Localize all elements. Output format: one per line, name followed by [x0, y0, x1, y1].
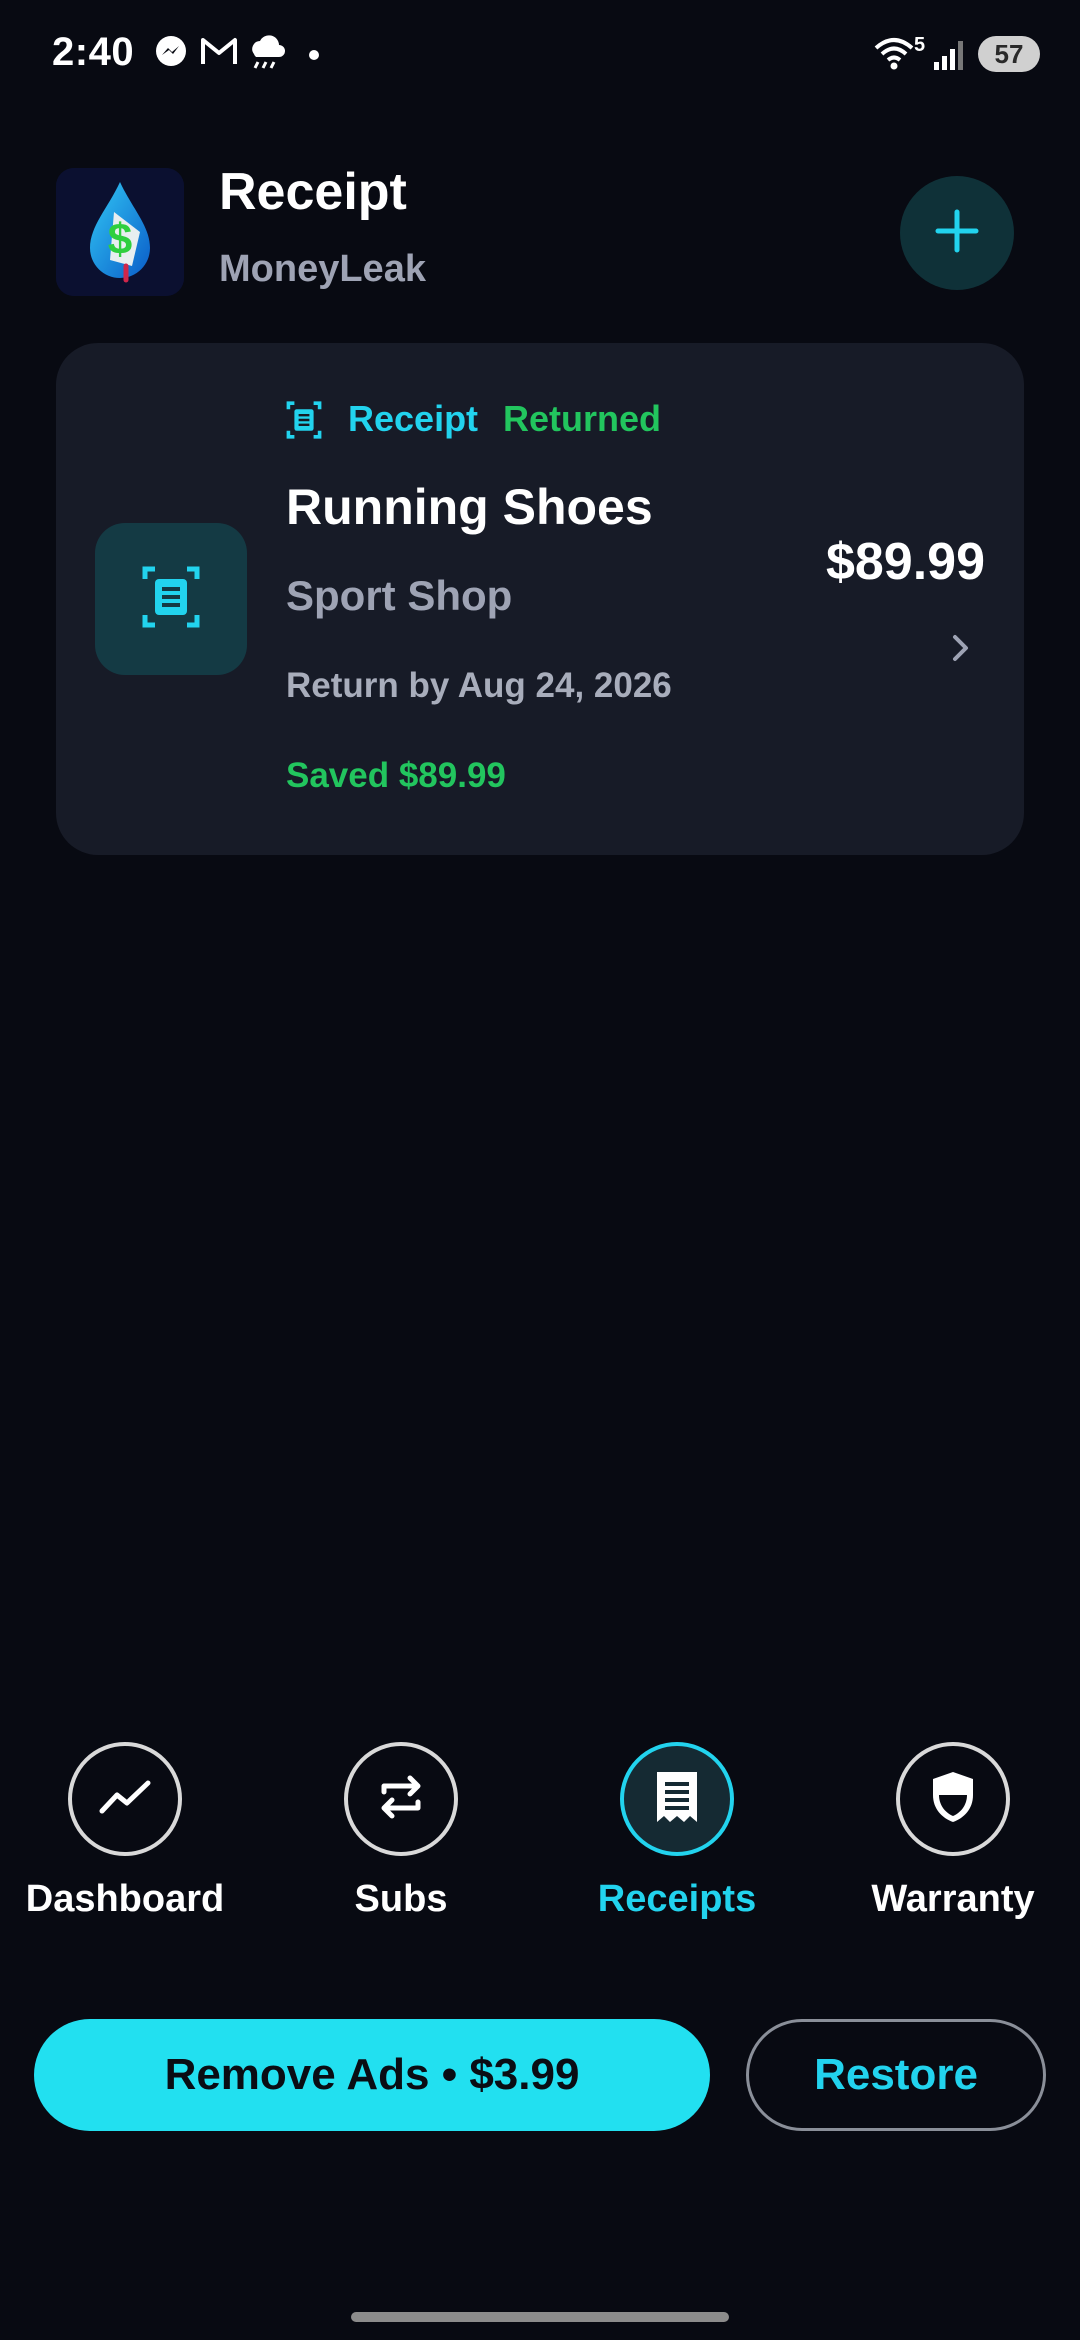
wifi-icon	[874, 36, 914, 75]
trend-icon	[99, 1779, 151, 1820]
status-time: 2:40	[52, 30, 135, 74]
item-title: Running Shoes	[286, 479, 653, 535]
receipt-type-tag: Receipt	[348, 398, 479, 439]
return-deadline: Return by Aug 24, 2026	[286, 666, 672, 705]
receipt-thumbnail	[95, 523, 247, 675]
nav-dashboard-circle	[68, 1742, 182, 1856]
signal-icon	[932, 38, 968, 77]
nav-subs-circle	[344, 1742, 458, 1856]
scan-receipt-icon	[286, 400, 322, 445]
weather-icon	[246, 34, 286, 75]
dot-icon	[308, 48, 320, 66]
nav-label: Dashboard	[25, 1878, 225, 1920]
saved-amount: Saved $89.99	[286, 756, 506, 795]
nav-warranty[interactable]: Warranty	[843, 1742, 1063, 1921]
nav-label: Warranty	[871, 1878, 1035, 1920]
status-badge: Returned	[503, 398, 662, 439]
app-name: MoneyLeak	[219, 248, 426, 290]
item-price: $89.99	[825, 533, 985, 591]
app-logo: $	[56, 168, 184, 296]
add-receipt-button[interactable]	[900, 176, 1014, 290]
wifi-label: 5	[914, 34, 926, 56]
svg-text:$: $	[108, 215, 132, 264]
messenger-icon	[154, 34, 188, 73]
page-title: Receipt	[219, 163, 407, 221]
shield-icon	[930, 1770, 976, 1829]
nav-receipts[interactable]: Receipts	[567, 1742, 787, 1921]
nav-label: Subs	[354, 1878, 448, 1920]
nav-label: Receipts	[597, 1878, 757, 1920]
scan-receipt-icon	[141, 565, 201, 634]
chevron-right-icon	[950, 632, 972, 669]
receipt-icon	[655, 1770, 699, 1829]
battery-indicator: 57	[978, 36, 1040, 72]
repeat-icon	[376, 1772, 426, 1827]
restore-button[interactable]: Restore	[746, 2019, 1046, 2131]
status-bar: 2:40 5 57	[0, 0, 1080, 110]
merchant-name: Sport Shop	[286, 572, 513, 619]
gmail-icon	[200, 34, 238, 73]
nav-subs[interactable]: Subs	[291, 1742, 511, 1921]
home-indicator[interactable]	[351, 2312, 729, 2322]
plus-icon	[934, 208, 980, 259]
nav-receipts-circle	[620, 1742, 734, 1856]
nav-dashboard[interactable]: Dashboard	[15, 1742, 235, 1921]
nav-warranty-circle	[896, 1742, 1010, 1856]
remove-ads-button[interactable]: Remove Ads • $3.99	[34, 2019, 710, 2131]
